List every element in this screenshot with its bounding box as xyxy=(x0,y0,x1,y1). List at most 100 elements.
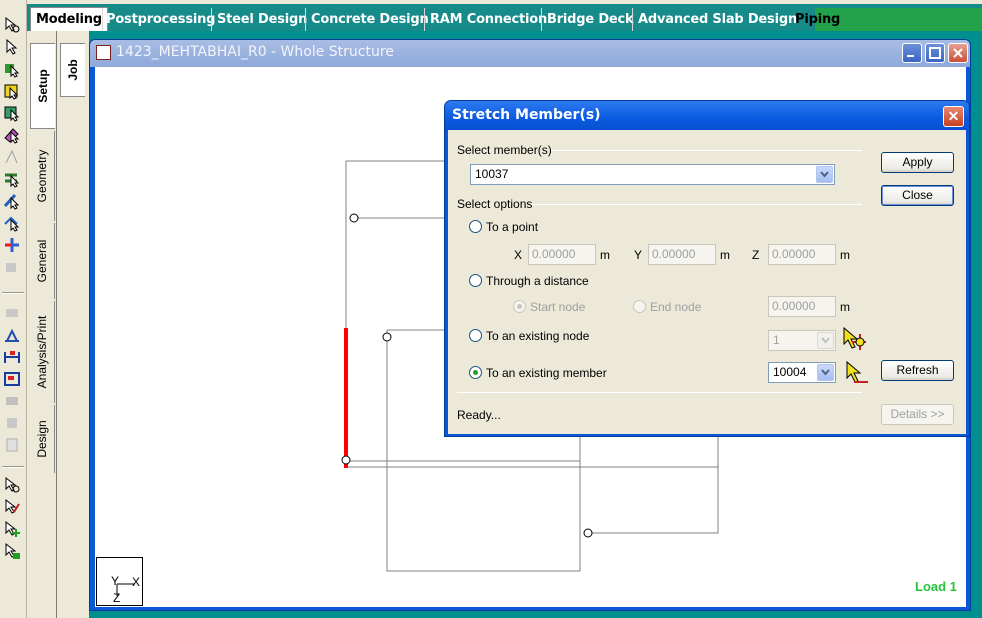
dialog-body: Select member(s) 10037 Select options To… xyxy=(448,130,966,434)
window-close-button[interactable] xyxy=(948,43,968,63)
z-coord-input[interactable]: 0.00000 xyxy=(768,244,836,265)
details-button[interactable]: Details >> xyxy=(881,404,954,425)
stretch-member-dialog: Stretch Member(s) ✕ Select member(s) 100… xyxy=(444,100,970,437)
chevron-down-icon[interactable] xyxy=(817,364,834,381)
frame-right-beam xyxy=(588,435,719,534)
radio-through-distance-indicator[interactable] xyxy=(469,274,482,287)
frame-label-icon[interactable] xyxy=(3,370,21,388)
z-coord-label: Z xyxy=(752,248,760,262)
structure-view-icon[interactable] xyxy=(3,326,21,344)
beam-select-icon[interactable] xyxy=(3,170,21,188)
x-unit-label: m xyxy=(600,248,610,262)
radio-through-distance-label: Through a distance xyxy=(486,274,589,288)
node-marker xyxy=(382,332,392,342)
load-disabled-icon xyxy=(3,392,21,410)
tab-geometry[interactable]: Geometry xyxy=(30,131,55,221)
radio-start-node-indicator[interactable] xyxy=(513,300,526,313)
y-coord-label: Y xyxy=(634,248,643,262)
maximize-icon xyxy=(929,47,941,59)
tab-modeling[interactable]: Modeling xyxy=(30,7,108,31)
axis-y-label: Y xyxy=(111,574,120,588)
select-beam-tool-icon[interactable] xyxy=(3,498,21,516)
maximize-button[interactable] xyxy=(925,43,945,63)
radio-end-node-indicator[interactable] xyxy=(633,300,646,313)
tab-design-label: Design xyxy=(35,420,49,458)
radio-start-node-label: Start node xyxy=(530,300,586,314)
member-target-combo[interactable]: 10004 xyxy=(768,362,836,383)
radio-to-existing-member[interactable]: To an existing member xyxy=(469,366,607,380)
minimize-icon xyxy=(907,55,914,57)
select-solids-icon[interactable] xyxy=(3,104,21,122)
tab-geometry-label: Geometry xyxy=(35,149,49,203)
distance-input[interactable]: 0.00000 xyxy=(768,296,836,317)
select-plates-icon[interactable] xyxy=(3,82,21,100)
radio-end-node[interactable]: End node xyxy=(633,300,701,314)
select-node-tool-icon[interactable] xyxy=(3,476,21,494)
tab-piping[interactable]: Piping xyxy=(788,8,840,31)
z-unit-label: m xyxy=(840,248,850,262)
tab-advanced-slab-design[interactable]: Advanced Slab Design xyxy=(632,8,797,31)
tab-bridge-deck[interactable]: Bridge Deck xyxy=(541,8,634,31)
select-geometry-disabled-icon xyxy=(3,148,21,166)
group-divider xyxy=(551,150,862,151)
member-select-combo[interactable]: 10037 xyxy=(470,164,835,185)
tab-design[interactable]: Design xyxy=(30,405,55,473)
radio-to-existing-node[interactable]: To an existing node xyxy=(469,329,589,343)
tab-job[interactable]: Job xyxy=(60,43,85,97)
y-coord-input[interactable]: 0.00000 xyxy=(648,244,716,265)
select-beams-icon[interactable] xyxy=(3,60,21,78)
dialog-close-icon[interactable]: ✕ xyxy=(943,106,964,127)
radio-to-existing-member-indicator[interactable] xyxy=(469,366,482,379)
add-node-tool-icon[interactable] xyxy=(3,520,21,538)
member-select-icon[interactable] xyxy=(3,192,21,210)
radio-to-existing-node-indicator[interactable] xyxy=(469,329,482,342)
add-beam-tool-icon[interactable] xyxy=(3,542,21,560)
tab-job-label: Job xyxy=(66,59,80,81)
structure-window-title: 1423_MEHTABHAI_R0 - Whole Structure xyxy=(116,44,394,60)
tab-general-label: General xyxy=(35,239,49,283)
close-icon xyxy=(953,48,963,58)
x-coord-input[interactable]: 0.00000 xyxy=(528,244,596,265)
pick-member-icon[interactable] xyxy=(844,360,870,386)
radio-to-point-label: To a point xyxy=(486,220,539,234)
cross-select-icon[interactable] xyxy=(3,236,21,254)
select-nodes-cursor-icon[interactable] xyxy=(3,16,21,34)
radio-through-distance[interactable]: Through a distance xyxy=(469,274,589,288)
tab-steel-design[interactable]: Steel Design xyxy=(211,8,307,31)
page-control: Setup Geometry General Analysis/Print De… xyxy=(27,31,57,618)
select-members-group-label: Select member(s) xyxy=(457,143,552,157)
tab-setup[interactable]: Setup xyxy=(30,43,55,129)
sub-page-control: Job xyxy=(57,31,89,618)
tab-general[interactable]: General xyxy=(30,223,55,299)
select-cursor-icon[interactable] xyxy=(3,38,21,56)
tab-postprocessing[interactable]: Postprocessing xyxy=(102,8,215,31)
node-select-combo[interactable]: 1 xyxy=(768,330,836,351)
shape-disabled-icon xyxy=(3,414,21,432)
tab-setup-label: Setup xyxy=(36,69,50,103)
radio-to-point[interactable]: To a point xyxy=(469,220,538,234)
axis-triad: Y X Z xyxy=(96,557,143,606)
radio-to-point-indicator[interactable] xyxy=(469,220,482,233)
group-select-icon[interactable] xyxy=(3,214,21,232)
cursor-disabled-icon xyxy=(3,258,21,276)
tab-analysis-print[interactable]: Analysis/Print xyxy=(30,301,55,403)
node-marker xyxy=(341,455,351,465)
tab-analysis-print-label: Analysis/Print xyxy=(35,315,49,389)
axis-x-label: X xyxy=(132,575,141,589)
pick-node-icon[interactable] xyxy=(841,326,867,352)
tab-ram-connection[interactable]: RAM Connection xyxy=(424,8,547,31)
beam-label-icon[interactable] xyxy=(3,348,21,366)
radio-start-node[interactable]: Start node xyxy=(513,300,585,314)
select-surfaces-icon[interactable] xyxy=(3,126,21,144)
left-tool-bar xyxy=(0,0,27,618)
refresh-button[interactable]: Refresh xyxy=(881,360,954,381)
chevron-down-icon[interactable] xyxy=(816,166,833,183)
dialog-titlebar[interactable]: Stretch Member(s) ✕ xyxy=(445,101,969,130)
tab-concrete-design[interactable]: Concrete Design xyxy=(305,8,429,31)
minimize-button[interactable] xyxy=(902,43,922,63)
distance-unit-label: m xyxy=(840,300,850,314)
apply-button[interactable]: Apply xyxy=(881,152,954,173)
structure-window-titlebar[interactable]: 1423_MEHTABHAI_R0 - Whole Structure xyxy=(90,40,970,67)
close-button[interactable]: Close xyxy=(881,185,954,206)
chevron-down-icon[interactable] xyxy=(817,332,834,349)
